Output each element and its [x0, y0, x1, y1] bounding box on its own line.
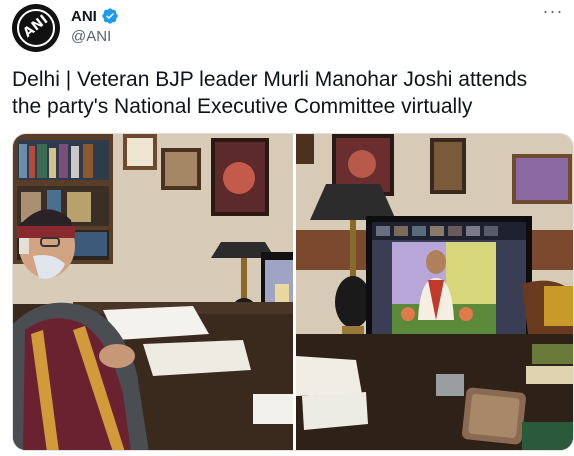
tweet-photo-right[interactable]: [296, 134, 573, 450]
photo-left-image: [13, 134, 293, 450]
tweet-text-line: the party's National Executive Committee…: [12, 95, 473, 118]
author-display-name[interactable]: ANI: [71, 8, 97, 25]
tweet-header: ANI ANI @ANI ···: [12, 2, 564, 52]
tweet-text: Delhi | Veteran BJP leader Murli Manohar…: [12, 66, 568, 120]
author-name-row[interactable]: ANI: [71, 6, 119, 26]
tweet-text-line: Delhi | Veteran BJP leader Murli Manohar…: [12, 68, 528, 91]
photo-right-image: [296, 134, 573, 450]
avatar[interactable]: ANI: [12, 4, 60, 52]
more-options-icon[interactable]: ···: [542, 2, 564, 24]
author-handle[interactable]: @ANI: [71, 28, 111, 45]
tweet-photo-left[interactable]: [13, 134, 293, 450]
tweet-media-grid: [12, 133, 574, 451]
verified-badge-icon: [102, 8, 118, 24]
